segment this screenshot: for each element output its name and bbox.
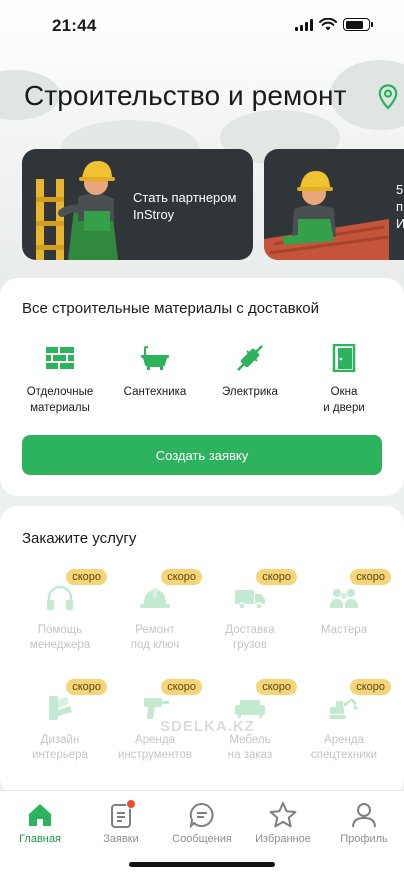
watermark: SDELKA.KZ <box>160 718 255 735</box>
tab-label: Избранное <box>255 833 311 845</box>
status-time: 21:44 <box>52 16 97 35</box>
status-icons <box>295 18 373 31</box>
service-turnkey-renovation[interactable]: скоро Ремонт под ключ <box>110 569 202 653</box>
status-bar: 21:44 <box>0 0 404 52</box>
materials-title: Все строительные материалы с доставкой <box>22 300 319 317</box>
service-label: Доставка грузов <box>225 624 275 651</box>
profile-icon <box>352 803 376 828</box>
palette-icon <box>49 696 72 720</box>
tab-requests[interactable]: Заявки <box>81 799 161 845</box>
category-electrical[interactable]: Электрика <box>205 338 295 400</box>
roof-worker-illustration <box>264 171 389 260</box>
services-card: Закажите услугу скоро Помощь менеджера с… <box>0 506 404 796</box>
category-label: Отделочные материалы <box>26 386 94 414</box>
tab-label: Главная <box>19 833 61 845</box>
excavator-icon <box>329 698 359 719</box>
category-windows-doors[interactable]: Окна и двери <box>299 338 389 416</box>
service-manager-help[interactable]: скоро Помощь менеджера <box>15 569 107 653</box>
tab-messages[interactable]: Сообщения <box>162 801 242 845</box>
service-label: Ремонт под ключ <box>130 624 180 651</box>
truck-icon <box>235 590 265 610</box>
headphones-icon <box>47 585 73 610</box>
partner-banner[interactable]: Стать партнером InStroy <box>22 149 253 260</box>
chat-icon <box>189 802 214 828</box>
service-machinery-rental[interactable]: скоро Аренда спецтехники <box>299 679 391 763</box>
tab-home[interactable]: Главная <box>0 801 80 845</box>
service-label: Аренда инструментов <box>118 734 192 761</box>
service-interior-design[interactable]: скоро Дизайн интерьера <box>15 679 107 763</box>
cellular-signal-icon <box>295 18 313 31</box>
bathtub-icon <box>141 346 169 370</box>
page-title: Строительство и ремонт <box>24 80 347 111</box>
worker-illustration <box>36 161 118 260</box>
category-label: Сантехника <box>123 386 187 398</box>
promo-banner-text: 5 п И <box>396 182 404 231</box>
service-cargo-delivery[interactable]: скоро Доставка грузов <box>205 569 297 653</box>
sofa-icon <box>235 700 265 718</box>
service-masters[interactable]: скоро Мастера <box>299 569 391 638</box>
helmet-icon <box>140 588 170 608</box>
location-pin-icon[interactable] <box>378 84 398 110</box>
materials-card: Все строительные материалы с доставкой О… <box>0 278 404 496</box>
services-title: Закажите услугу <box>22 530 137 547</box>
tab-label: Профиль <box>340 833 388 845</box>
service-label: Дизайн интерьера <box>32 734 88 761</box>
service-label: Помощь менеджера <box>29 624 91 651</box>
service-label: Мастера <box>320 624 368 636</box>
brick-wall-icon <box>46 347 74 369</box>
category-label: Электрика <box>222 386 278 398</box>
workers-icon <box>330 589 358 608</box>
tab-label: Заявки <box>103 833 139 845</box>
home-icon <box>29 804 51 826</box>
plug-icon <box>237 345 263 371</box>
tab-label: Сообщения <box>172 833 232 845</box>
battery-icon <box>343 18 373 31</box>
category-plumbing[interactable]: Сантехника <box>110 338 200 400</box>
service-label: Мебель на заказ <box>227 734 273 761</box>
home-indicator <box>129 862 275 867</box>
notification-dot <box>126 799 136 809</box>
category-label: Окна и двери <box>323 386 365 414</box>
star-icon <box>269 802 297 828</box>
create-request-button[interactable]: Создать заявку <box>22 435 382 475</box>
tab-profile[interactable]: Профиль <box>324 801 404 845</box>
door-icon <box>332 344 356 372</box>
wifi-icon <box>319 18 337 31</box>
tab-favorites[interactable]: Избранное <box>243 801 323 845</box>
promo-banner[interactable]: 5 п И <box>264 149 404 260</box>
partner-banner-text: Стать партнером InStroy <box>133 190 237 222</box>
service-label: Аренда спецтехники <box>310 734 378 761</box>
category-finishing[interactable]: Отделочные материалы <box>15 338 105 416</box>
